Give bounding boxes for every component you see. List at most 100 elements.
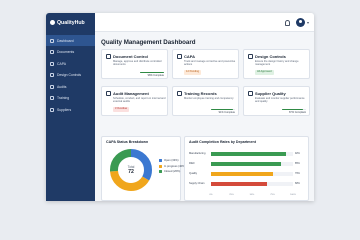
legend-label: In progress (40%) [164, 164, 186, 168]
bar-value: 92% [295, 152, 300, 155]
bar-label: Supply Chain [189, 182, 205, 185]
bar-label: Quality [189, 172, 198, 175]
progress-fill [282, 108, 303, 110]
progress-label: 91% Complete [218, 111, 235, 114]
card-description: Manage, approve and distribute controlle… [113, 59, 162, 66]
capa-status-panel: CAPA Status Breakdown Total 72 Open (33%… [101, 136, 185, 201]
panel-title: Audit Completion Rates by Department [189, 140, 256, 144]
bar-label: R&D [189, 162, 195, 165]
progress-fill [140, 71, 164, 73]
bell-icon[interactable] [285, 19, 290, 26]
progress-label: 98% Complete [147, 74, 164, 77]
tick-label: 75% [270, 194, 275, 196]
card-title: CAPA [184, 54, 196, 59]
card-title: Training Records [184, 91, 217, 96]
legend-swatch [159, 159, 162, 162]
progress-label: 87% Compliant [289, 111, 306, 114]
sidebar-item-capa[interactable]: CAPA [46, 58, 95, 69]
graduation-cap-icon [177, 91, 182, 96]
panel-title: CAPA Status Breakdown [106, 140, 149, 144]
top-bar: QualityHub [46, 13, 314, 32]
bar-row-quality: Quality 76% [189, 171, 300, 177]
sidebar-item-label: Training [57, 96, 70, 100]
sidebar-item-label: Design Controls [57, 73, 82, 77]
document-icon [50, 50, 54, 54]
document-icon [106, 54, 111, 59]
legend-swatch [159, 164, 162, 168]
bar-value: 76% [295, 172, 300, 175]
tick-label: 50% [249, 194, 255, 196]
legend-item-open: Open (33%) [159, 159, 185, 162]
sidebar-item-dashboard[interactable]: Dashboard [46, 35, 95, 46]
bar-track [211, 152, 293, 156]
status-badge: 3 Overdue [113, 107, 130, 112]
card-supplier-quality[interactable]: Supplier Quality Evaluate and monitor su… [243, 86, 310, 116]
card-description: Schedule, conduct, and report on interna… [113, 96, 166, 103]
page-title: Quality Management Dashboard [101, 39, 196, 46]
dashboard-icon [50, 38, 54, 43]
donut-total-value: 72 [128, 169, 134, 175]
card-training-records[interactable]: Training Records Monitor employee traini… [172, 86, 239, 116]
bar-row-supply-chain: Supply Chain 68% [189, 181, 300, 187]
legend: Open (33%) In progress (40%) Closed (26%… [159, 159, 185, 176]
tick-label: 0% [209, 194, 213, 196]
sidebar-item-audits[interactable]: Audits [46, 81, 95, 92]
card-capa[interactable]: CAPA Track and manage corrective and pre… [172, 49, 239, 79]
bar-fill [211, 162, 281, 166]
card-audit-management[interactable]: Audit Management Schedule, conduct, and … [101, 86, 168, 116]
legend-label: Closed (26%) [164, 170, 181, 173]
sidebar: Dashboard Documents CAPA Design Controls… [46, 32, 95, 201]
bar-track [211, 182, 293, 186]
clipboard-icon [50, 84, 54, 89]
legend-item-closed: Closed (26%) [159, 170, 185, 173]
bar-fill [211, 182, 267, 186]
sidebar-item-design-controls[interactable]: Design Controls [46, 70, 95, 81]
donut-chart: Total 72 [108, 147, 154, 193]
card-description: Evaluate and monitor supplier performanc… [255, 96, 305, 103]
pencil-ruler-icon [50, 73, 54, 77]
sidebar-item-label: Dashboard [57, 38, 74, 43]
bar-row-manufacturing: Manufacturing 92% [189, 151, 300, 157]
truck-icon [50, 107, 54, 112]
avatar[interactable] [296, 18, 305, 27]
card-document-control[interactable]: Document Control Manage, approve and dis… [101, 49, 168, 79]
progress-bar [282, 108, 306, 110]
brand[interactable]: QualityHub [46, 13, 95, 32]
card-description: Monitor employee training and competency [184, 96, 234, 100]
chevron-down-icon[interactable] [307, 21, 309, 24]
legend-swatch [159, 170, 162, 173]
sidebar-item-label: Suppliers [57, 107, 72, 112]
progress-bar [140, 71, 164, 73]
progress-fill [211, 108, 233, 110]
bar-fill [211, 172, 274, 176]
progress-bar [211, 108, 235, 110]
truck-icon [248, 91, 253, 96]
status-badge: 12 Pending [184, 70, 202, 75]
card-design-controls[interactable]: Design Controls Ensure the design histor… [243, 49, 310, 79]
pencil-ruler-icon [248, 54, 253, 59]
sidebar-item-label: Audits [57, 84, 67, 89]
sidebar-item-label: Documents [57, 50, 75, 54]
main-content: Quality Management Dashboard Document Co… [95, 32, 314, 201]
top-icons [285, 18, 309, 27]
bar-value: 85% [295, 162, 300, 165]
bar-track [211, 172, 293, 176]
tick-label: 100% [290, 194, 296, 196]
brand-name: QualityHub [57, 19, 85, 26]
card-title: Design Controls [255, 54, 286, 59]
sidebar-item-training[interactable]: Training [46, 93, 95, 104]
sidebar-item-documents[interactable]: Documents [46, 47, 95, 58]
card-title: Supplier Quality [255, 91, 286, 96]
card-description: Track and manage corrective and preventi… [184, 59, 236, 66]
graduation-cap-icon [50, 96, 54, 100]
legend-label: Open (33%) [164, 159, 179, 162]
legend-item-in-progress: In progress (40%) [159, 164, 186, 168]
sidebar-item-suppliers[interactable]: Suppliers [46, 104, 95, 115]
bar-label: Manufacturing [189, 152, 206, 155]
bar-fill [211, 152, 287, 156]
bar-track [211, 162, 293, 166]
bar-value: 68% [295, 182, 300, 185]
clipboard-icon [106, 91, 111, 96]
card-title: Audit Management [113, 91, 149, 96]
bar-row-rnd: R&D 85% [189, 161, 300, 167]
